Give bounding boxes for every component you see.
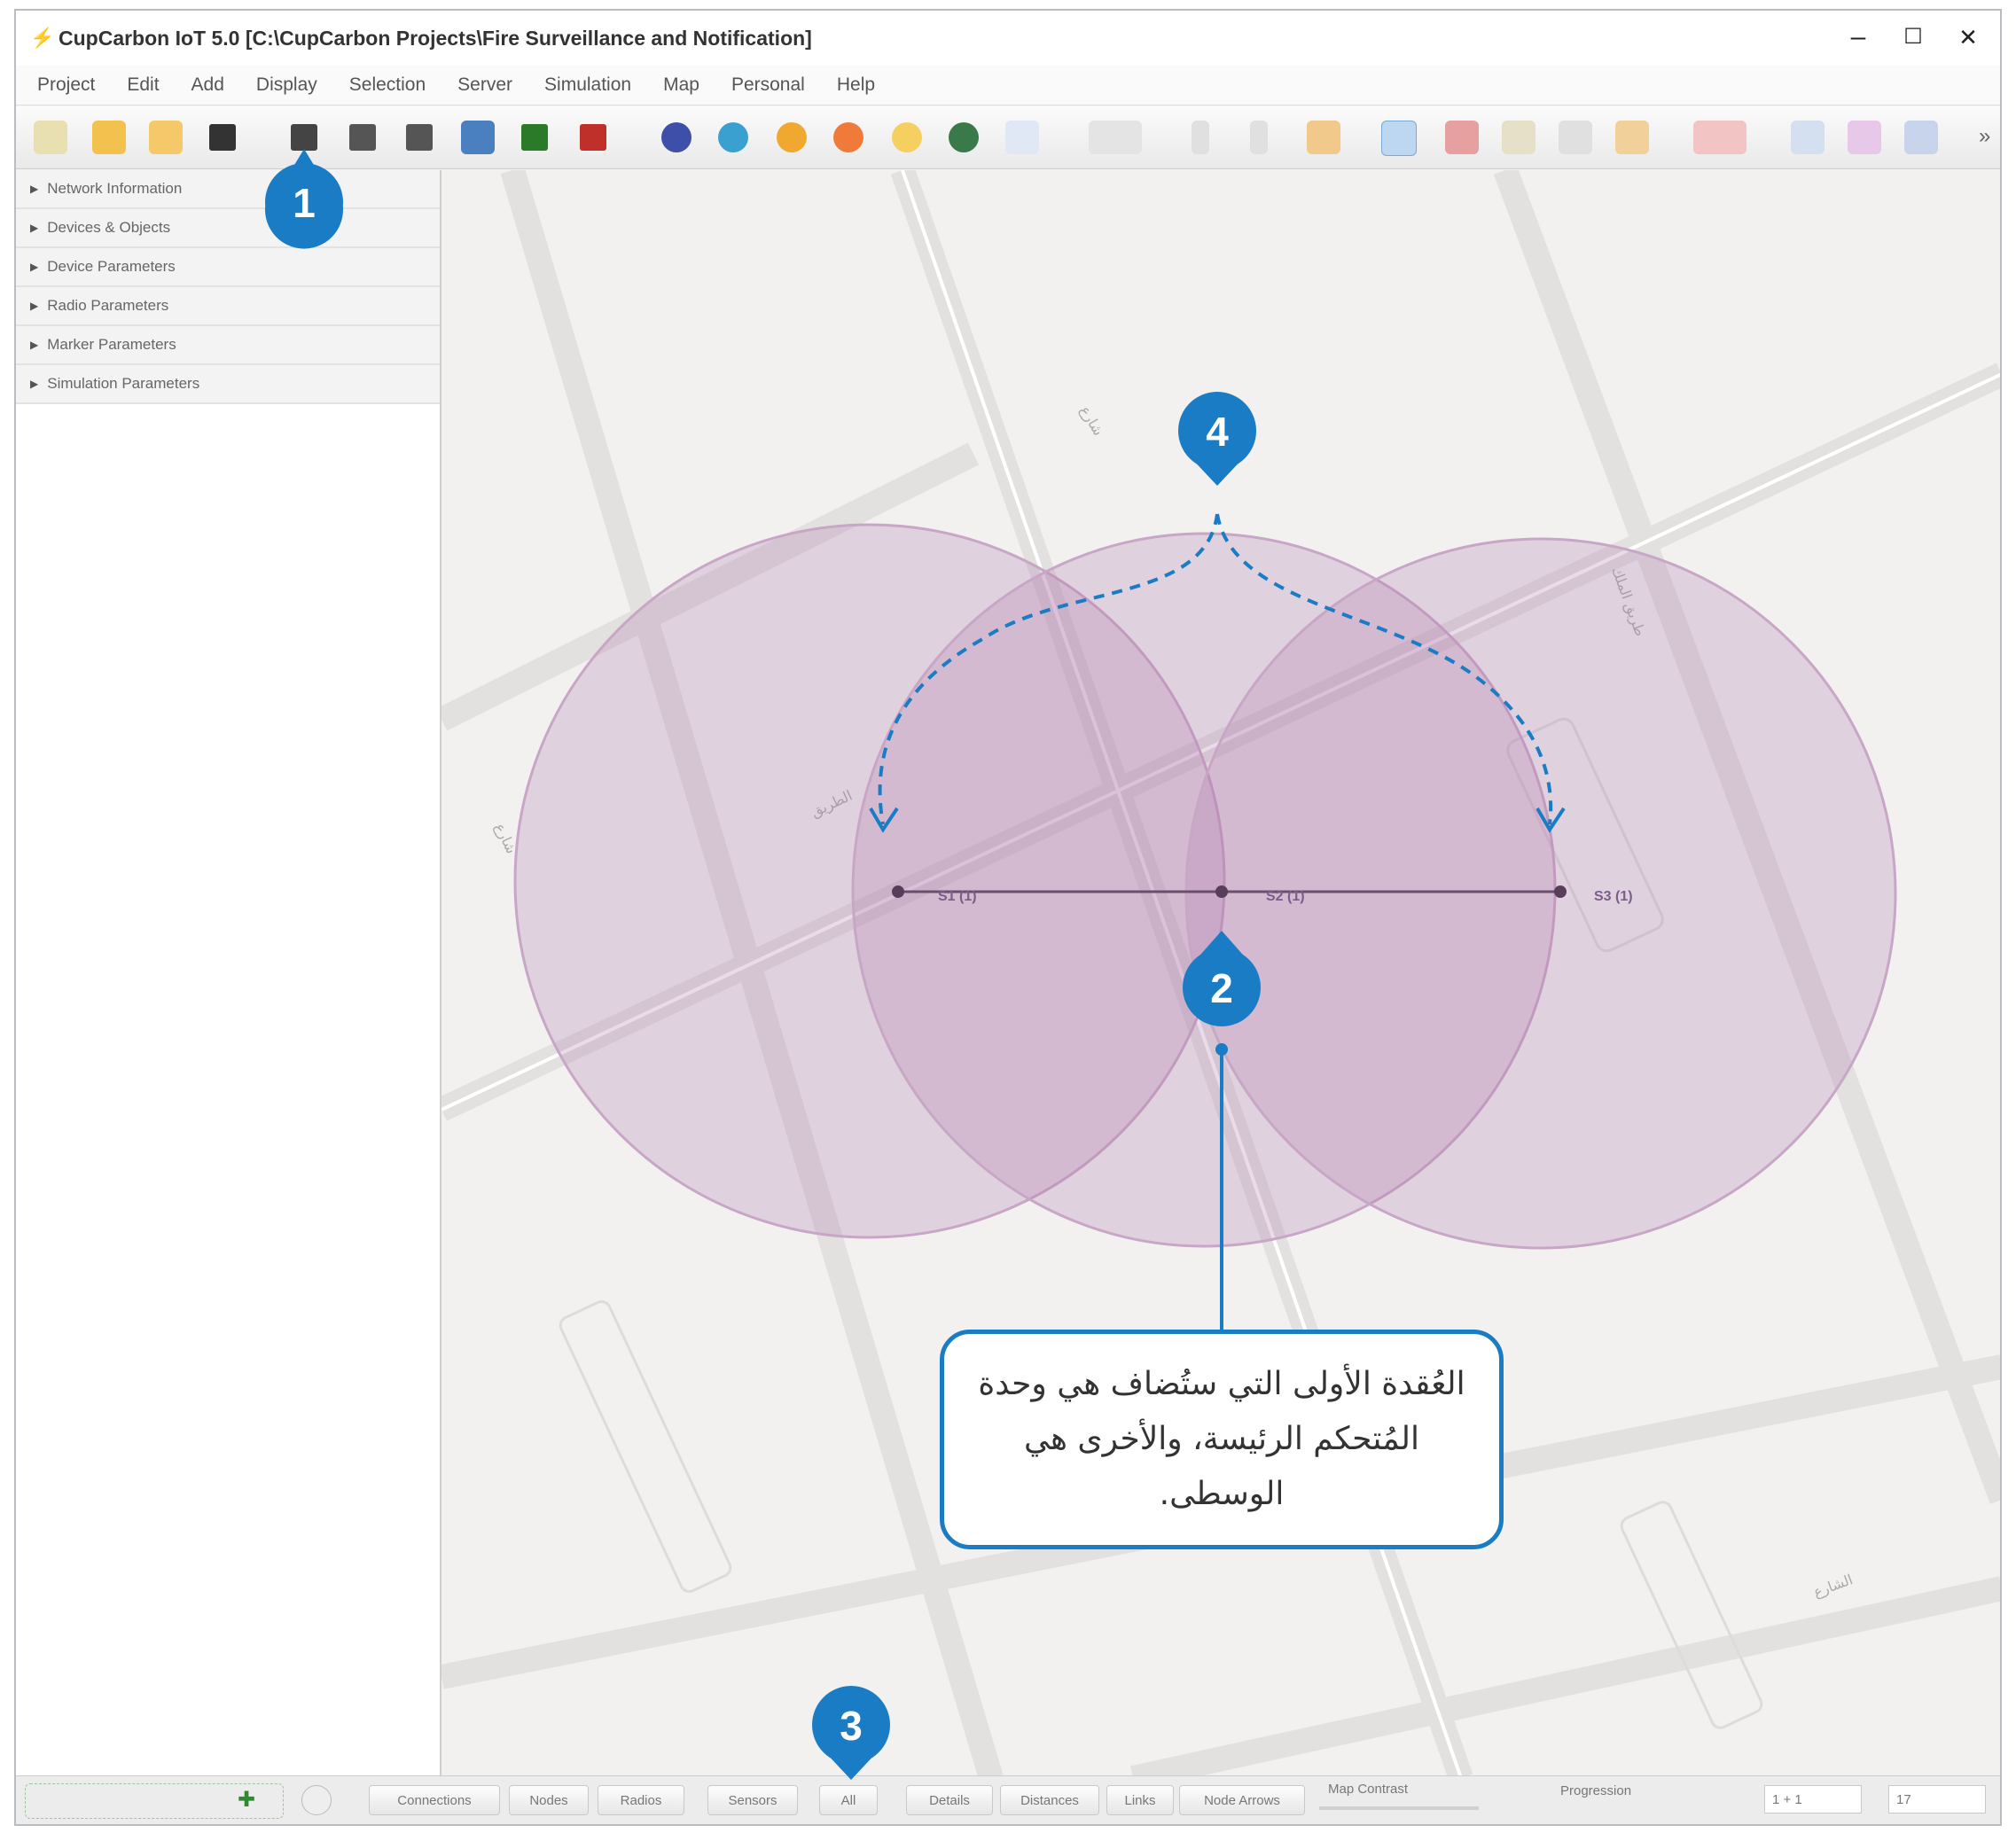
radios-button[interactable]: Radios [598, 1785, 684, 1815]
menu-selection[interactable]: Selection [349, 74, 426, 96]
compass-icon[interactable] [301, 1785, 332, 1815]
heart-icon[interactable] [1693, 121, 1746, 154]
move-icon[interactable] [1307, 121, 1340, 154]
menu-project[interactable]: Project [37, 74, 95, 96]
map-contrast-label: Map Contrast [1328, 1782, 1409, 1797]
radio-ranges [513, 523, 1897, 1250]
links-button[interactable]: Links [1106, 1785, 1174, 1815]
add-light-icon[interactable] [892, 122, 922, 152]
add-gas-icon[interactable] [580, 124, 606, 151]
python-icon[interactable] [461, 121, 495, 154]
speed-field[interactable]: 1 + 1 [1764, 1785, 1862, 1814]
add-base-station-icon[interactable] [349, 124, 376, 151]
all-button[interactable]: All [819, 1785, 878, 1815]
chart-icon[interactable] [1502, 121, 1535, 154]
add-node-icon[interactable]: ✚ [238, 1787, 255, 1813]
menu-simulation[interactable]: Simulation [544, 74, 631, 96]
sensor-node-s2[interactable] [1215, 885, 1228, 898]
toolbar-overflow-icon[interactable]: » [1979, 124, 1990, 149]
layers-icon[interactable] [1848, 121, 1881, 154]
add-sensor-node-icon[interactable] [291, 124, 317, 151]
app-window: ⚡ CupCarbon IoT 5.0 [C:\CupCarbon Projec… [14, 9, 2002, 1826]
route-icon[interactable] [1005, 121, 1039, 154]
open-folder-icon[interactable] [149, 121, 183, 154]
sensor-node-s1[interactable] [892, 885, 904, 898]
map-contrast-slider[interactable] [1319, 1806, 1479, 1810]
maximize-button[interactable]: ☐ [1887, 20, 1940, 55]
add-router-icon[interactable] [521, 124, 548, 151]
close-button[interactable]: ✕ [1942, 20, 1995, 55]
menu-edit[interactable]: Edit [127, 74, 159, 96]
add-weather-icon[interactable] [718, 122, 748, 152]
vertical-line-icon[interactable] [1192, 121, 1209, 154]
new-project-icon[interactable] [34, 121, 67, 154]
sensors-button[interactable]: Sensors [707, 1785, 798, 1815]
status-bar: ✚ Connections Nodes Radios Sensors All D… [16, 1775, 2000, 1824]
panel-network-information[interactable]: ▶ Network Information [16, 170, 440, 209]
stop-simulation-icon[interactable] [1445, 121, 1479, 154]
menu-help[interactable]: Help [837, 74, 875, 96]
menu-map[interactable]: Map [663, 74, 699, 96]
add-analyzer-icon[interactable] [777, 122, 807, 152]
expand-arrow-icon: ▶ [30, 183, 39, 195]
expand-arrow-icon: ▶ [30, 222, 39, 234]
callout-box: العُقدة الأولى التي ستُضاف هي وحدة المُت… [940, 1330, 1504, 1549]
node-label-s1: S1 (1) [938, 889, 977, 904]
grid-dropdown-icon[interactable] [1089, 121, 1142, 154]
vertical-line-2-icon[interactable] [1250, 121, 1268, 154]
window-icon[interactable] [1904, 121, 1938, 154]
menu-bar: Project Edit Add Display Selection Serve… [16, 66, 2000, 105]
run-simulation-icon[interactable] [1381, 121, 1417, 156]
panel-simulation-parameters[interactable]: ▶ Simulation Parameters [16, 365, 440, 404]
pencil-icon[interactable] [1615, 121, 1649, 154]
save-icon[interactable] [209, 124, 236, 151]
node-label-s2: S2 (1) [1266, 889, 1305, 904]
expand-arrow-icon: ▶ [30, 339, 39, 351]
panel-devices-objects[interactable]: ▶ Devices & Objects [16, 209, 440, 248]
add-marker-icon[interactable] [661, 122, 692, 152]
node-arrows-button[interactable]: Node Arrows [1179, 1785, 1305, 1815]
minimize-button[interactable]: – [1832, 20, 1885, 55]
side-panel: ▶ Network Information ▶ Devices & Objects … [16, 170, 441, 1776]
menu-add[interactable]: Add [191, 74, 224, 96]
node-label-s3: S3 (1) [1594, 889, 1633, 904]
open-project-icon[interactable] [92, 121, 126, 154]
progression-label: Progression [1560, 1783, 1632, 1798]
add-mobile-icon[interactable] [406, 124, 433, 151]
toolbar: » [16, 106, 2000, 169]
callout-text: العُقدة الأولى التي ستُضاف هي وحدة المُت… [978, 1366, 1465, 1512]
tool-icon[interactable] [1559, 121, 1592, 154]
app-logo-icon: ⚡ [30, 27, 55, 49]
sensor-node-s3[interactable] [1554, 885, 1567, 898]
window-title: CupCarbon IoT 5.0 [C:\CupCarbon Projects… [59, 26, 812, 50]
connections-button[interactable]: Connections [369, 1785, 500, 1815]
panel-marker-parameters[interactable]: ▶ Marker Parameters [16, 326, 440, 365]
menu-personal[interactable]: Personal [731, 74, 805, 96]
nodes-button[interactable]: Nodes [509, 1785, 589, 1815]
expand-arrow-icon: ▶ [30, 261, 39, 273]
distances-button[interactable]: Distances [1000, 1785, 1099, 1815]
panel-device-parameters[interactable]: ▶ Device Parameters [16, 248, 440, 287]
undo-icon[interactable] [1791, 121, 1825, 154]
details-button[interactable]: Details [906, 1785, 993, 1815]
add-fire-icon[interactable] [833, 122, 863, 152]
menu-display[interactable]: Display [256, 74, 317, 96]
add-building-icon[interactable] [949, 122, 979, 152]
zoom-field[interactable]: 17 [1888, 1785, 1986, 1814]
expand-arrow-icon: ▶ [30, 378, 39, 390]
menu-server[interactable]: Server [457, 74, 512, 96]
svg-text:شارع: شارع [1076, 403, 1107, 440]
svg-text:الشارع: الشارع [1811, 1571, 1856, 1601]
expand-arrow-icon: ▶ [30, 300, 39, 312]
panel-radio-parameters[interactable]: ▶ Radio Parameters [16, 287, 440, 326]
title-bar: ⚡ CupCarbon IoT 5.0 [C:\CupCarbon Projec… [16, 11, 2000, 66]
